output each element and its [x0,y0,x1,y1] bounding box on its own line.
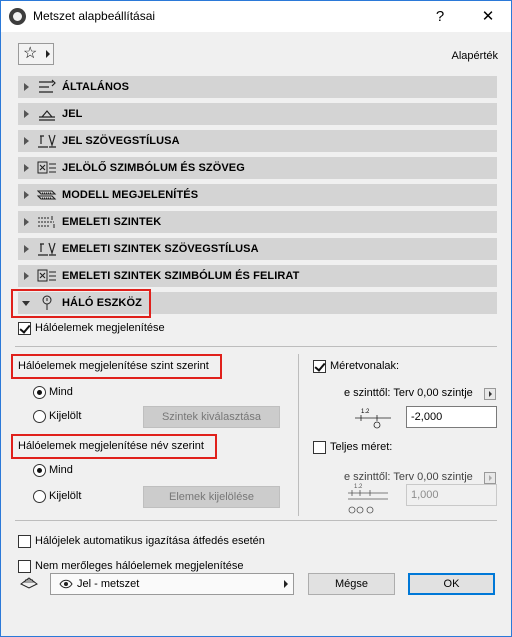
select-elements-button[interactable]: Elemek kijelölése [143,486,280,508]
title-bar: Metszet alapbeállításai ? ✕ [1,1,511,32]
chevron-right-icon [284,580,288,588]
text-style-icon [38,134,56,148]
expand-arrow-icon [24,272,29,280]
vertical-divider [298,354,299,516]
symbol-text-icon [37,161,56,174]
show-grid-label: Hálóelemek megjelenítése [35,322,165,334]
panel-general[interactable]: ÁLTALÁNOS [18,76,497,98]
auto-adjust-checkbox[interactable] [18,535,31,548]
by-story-all-radio[interactable] [33,386,46,399]
dialog-content: ☆ Alapérték ÁLTALÁNOS JEL JEL SZÖVEGSTÍL… [1,32,511,636]
default-label: Alapérték [451,50,498,62]
auto-adjust-label: Hálójelek automatikus igazítása átfedés … [35,535,265,547]
expand-arrow-icon [24,83,29,91]
panel-symbol-and-text[interactable]: JELÖLŐ SZIMBÓLUM ÉS SZÖVEG [18,157,497,179]
by-name-selected-radio[interactable] [33,490,46,503]
by-name-all-label: Mind [49,464,73,476]
non-orthogonal-checkbox[interactable] [18,560,31,573]
dimension-lines-checkbox[interactable] [313,360,326,373]
marker-icon [39,110,55,121]
favorites-button[interactable]: ☆ [18,43,54,65]
expand-arrow-icon [24,137,29,145]
help-button[interactable]: ? [425,5,455,29]
model-display-icon [37,190,57,200]
highlight-box [11,354,222,379]
by-story-selected-radio[interactable] [33,410,46,423]
panel-marker-text-style[interactable]: JEL SZÖVEGSTÍLUSA [18,130,497,152]
archicad-app-icon [9,8,26,25]
by-story-all-label: Mind [49,386,73,398]
panel-label: JEL SZÖVEGSTÍLUSA [62,135,180,147]
panel-model-display[interactable]: MODELL MEGJELENÍTÉS [18,184,497,206]
story-picker-button-2[interactable] [484,472,496,484]
dimension-diagram-icon: 1.2 [355,409,391,429]
by-name-selected-label: Kijelölt [49,490,82,502]
by-name-all-radio[interactable] [33,464,46,477]
window-title: Metszet alapbeállításai [33,9,156,23]
layer-icon [20,577,38,589]
text-style-icon [38,242,56,256]
select-stories-button[interactable]: Szintek kiválasztása [143,406,280,428]
svg-text:1.2: 1.2 [354,484,363,490]
overall-offset-input[interactable]: 1,000 [406,484,497,506]
expand-arrow-icon [24,245,29,253]
close-button[interactable]: ✕ [473,5,503,29]
by-story-selected-label: Kijelölt [49,410,82,422]
star-icon: ☆ [23,45,38,62]
divider [15,520,497,521]
expand-arrow-icon [24,191,29,199]
overall-dimension-label: Teljes méret: [330,441,393,453]
expand-arrow-icon [24,164,29,172]
panel-label: MODELL MEGJELENÍTÉS [62,189,199,201]
non-orthogonal-label: Nem merőleges hálóelemek megjelenítése [35,560,244,572]
chevron-right-icon [46,50,50,58]
expand-arrow-icon [24,218,29,226]
ok-button[interactable]: OK [408,573,495,595]
general-settings-icon [39,79,56,93]
symbol-text-icon [37,269,56,282]
overall-dimension-checkbox[interactable] [313,441,326,454]
dialog-window: Metszet alapbeállításai ? ✕ ☆ Alapérték … [0,0,512,637]
dimension-lines-label: Méretvonalak: [330,360,400,372]
eye-icon [59,579,73,589]
panel-label: EMELETI SZINTEK SZÖVEGSTÍLUSA [62,243,259,255]
panel-label: JELÖLŐ SZIMBÓLUM ÉS SZÖVEG [62,162,245,174]
panel-label: JEL [62,108,83,120]
panel-story-levels-symbol[interactable]: EMELETI SZINTEK SZIMBÓLUM ÉS FELIRAT [18,265,497,287]
expand-arrow-icon [24,110,29,118]
layer-select[interactable]: Jel - metszet [50,573,294,595]
story-picker-button-1[interactable] [484,388,496,400]
dimension-offset-input[interactable]: -2,000 [406,406,497,428]
panel-story-levels-text-style[interactable]: EMELETI SZINTEK SZÖVEGSTÍLUSA [18,238,497,260]
divider [15,346,497,347]
layer-select-value: Jel - metszet [77,578,140,590]
highlight-box [11,434,217,459]
panel-label: EMELETI SZINTEK [62,216,162,228]
story-levels-icon [38,216,55,228]
panel-label: EMELETI SZINTEK SZIMBÓLUM ÉS FELIRAT [62,270,300,282]
cancel-button[interactable]: Mégse [308,573,395,595]
svg-text:1.2: 1.2 [361,409,370,415]
highlight-box [11,289,151,318]
from-story-label-1: e szinttől: Terv 0,00 szintje [344,387,473,399]
panel-marker[interactable]: JEL [18,103,497,125]
panel-label: ÁLTALÁNOS [62,81,130,93]
overall-dimension-diagram-icon: 1.2 [348,484,388,514]
panel-story-levels[interactable]: EMELETI SZINTEK [18,211,497,233]
show-grid-checkbox[interactable] [18,322,31,335]
